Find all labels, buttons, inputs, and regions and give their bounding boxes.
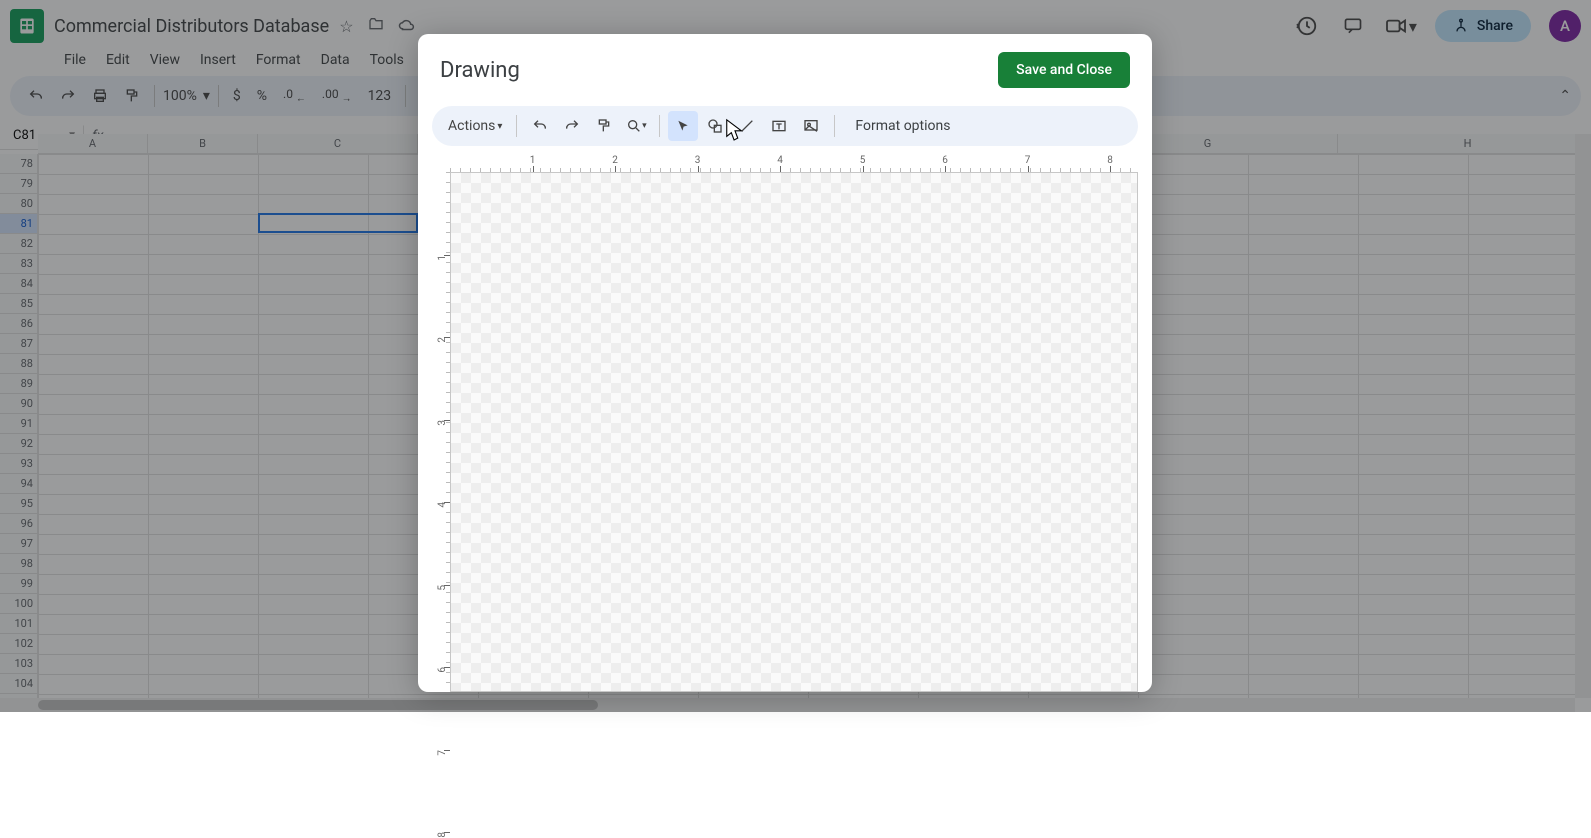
chevron-down-icon: ▾ (642, 121, 647, 131)
format-options-button[interactable]: Format options (843, 118, 950, 134)
save-and-close-button[interactable]: Save and Close (998, 52, 1130, 88)
horizontal-ruler[interactable]: 12345678 (450, 154, 1138, 172)
image-tool[interactable] (796, 111, 826, 141)
drawing-modal: Drawing Save and Close Actions▾ ▾ Format… (418, 34, 1152, 692)
caret-down-icon: ▾ (497, 121, 502, 132)
drawing-toolbar: Actions▾ ▾ Format options (432, 106, 1138, 146)
actions-menu[interactable]: Actions▾ (442, 114, 508, 138)
textbox-tool[interactable] (764, 111, 794, 141)
zoom-button[interactable]: ▾ (621, 111, 651, 141)
select-tool[interactable] (668, 111, 698, 141)
modal-title: Drawing (440, 58, 520, 83)
line-tool[interactable] (732, 111, 762, 141)
redo-button[interactable] (557, 111, 587, 141)
drawing-canvas[interactable] (450, 172, 1138, 692)
modal-header: Drawing Save and Close (418, 34, 1152, 98)
vertical-ruler[interactable]: 12345678 (432, 172, 450, 692)
undo-button[interactable] (525, 111, 555, 141)
sheets-app: Commercial Distributors Database ☆ ▾ (0, 0, 1591, 712)
shape-tool[interactable] (700, 111, 730, 141)
paint-format-button[interactable] (589, 111, 619, 141)
drawing-canvas-wrap: 12345678 12345678 (432, 154, 1138, 692)
